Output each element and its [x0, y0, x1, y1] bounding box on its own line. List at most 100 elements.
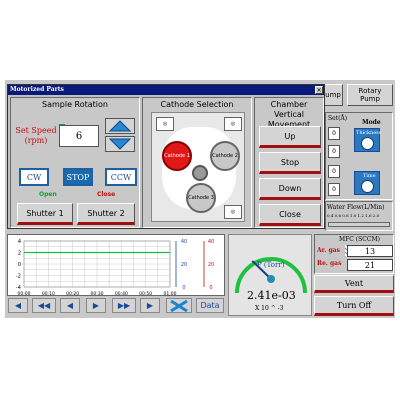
x-tick-label: 00:20 [66, 291, 79, 297]
mfc-title: MFC (SCCM) [339, 236, 380, 243]
x-tick-label: 00:30 [91, 291, 104, 297]
vent-button[interactable]: Vent [314, 275, 394, 293]
window-titlebar: Motorized Parts [8, 85, 324, 95]
cathode-3-button[interactable]: Cathode 3 [186, 183, 216, 213]
chamber-up-button[interactable]: Up [259, 126, 321, 148]
cathode-diagram: ◎ ◎ ◎ Cathode 1 Cathode 2 Cathode 3 [151, 112, 245, 222]
sample-rotation-title: Sample Rotation [42, 100, 108, 109]
gauge-value: 2.41e-03 [247, 289, 296, 302]
gauge-unit: X 10 ^ -3 [255, 305, 284, 312]
data-button[interactable]: Data [196, 298, 224, 313]
cathode-small-icon-tr: ◎ [224, 117, 242, 131]
y-left-tick-label: 0 [18, 262, 21, 268]
set-value-2[interactable]: 0 [328, 145, 340, 158]
cathode-2-button[interactable]: Cathode 2 [210, 141, 240, 171]
deposition-panel: Set(Å) Mode 0 0 0 0 Thickness Time [325, 112, 393, 200]
window-close-button[interactable]: Close [259, 204, 321, 226]
set-speed-label: Set Speed (rpm) [15, 126, 57, 145]
water-flow-bar [328, 222, 390, 227]
chamber-down-label: Down [278, 183, 302, 193]
ar-gas-value[interactable]: 13 [347, 245, 393, 257]
set-value-3[interactable]: 0 [328, 165, 340, 178]
nav-fast-forward-button[interactable]: ▶▶ [112, 298, 136, 313]
speed-down-button[interactable] [105, 136, 135, 152]
water-flow-panel: Water Flow(L/Min) 0.4 0.6 0.8 1.0 1.2 1.… [325, 201, 393, 231]
next-icon: ▶ [146, 301, 154, 310]
sample-rotation-panel: Sample Rotation Set Speed (rpm) 6 CW STO… [10, 97, 140, 228]
motorized-parts-window: Motorized Parts ✕ Sample Rotation Set Sp… [7, 84, 325, 229]
shutter-1-label: Shutter 1 [26, 208, 64, 218]
trend-chart: 4 2 0 -2 -4 40 20 0 40 20 0 00:00 00:10 00:20 00:30 00:… [7, 234, 225, 297]
time-label: Time [363, 173, 376, 179]
x-tick-label: 00:10 [42, 291, 55, 297]
y-right-tick-label: 0 [209, 285, 212, 291]
nav-back-button[interactable]: ◀ [60, 298, 80, 313]
speed-value-field[interactable]: 6 [59, 125, 99, 147]
x-tick-label: 00:00 [18, 291, 31, 297]
y-right-tick-label: 20 [208, 262, 214, 268]
data-label: Data [200, 301, 220, 310]
close-shutter-label: Close [97, 191, 116, 198]
y-left-tick-label: 2 [18, 251, 21, 257]
cw-button[interactable]: CW [19, 168, 49, 186]
y-mid-tick-label: 20 [181, 262, 187, 268]
prev-icon: ◀ [14, 301, 22, 310]
y-mid-tick-label: 40 [181, 239, 187, 245]
cw-label: CW [26, 172, 42, 182]
gauge-hub [267, 275, 275, 283]
stop-rotation-button[interactable]: STOP [63, 168, 93, 186]
window-title: Motorized Parts [10, 86, 64, 93]
clear-chart-button[interactable] [166, 298, 192, 313]
y-right-tick-label: 40 [208, 239, 214, 245]
mode-label: Mode [362, 119, 381, 126]
nav-forward-button[interactable]: ▶ [86, 298, 106, 313]
speed-up-button[interactable] [105, 118, 135, 134]
cathode-selection-title: Cathode Selection [160, 100, 234, 109]
re-gas-label: Re. gas [317, 260, 342, 267]
cathode-selection-panel: Cathode Selection ◎ ◎ ◎ Cathode 1 Cathod… [142, 97, 252, 228]
pump-label: ump [325, 91, 341, 99]
turn-off-button[interactable]: Turn Off [314, 296, 394, 316]
window-close-label: Close [279, 209, 301, 219]
shutter-1-button[interactable]: Shutter 1 [17, 203, 73, 225]
re-gas-value[interactable]: 21 [347, 259, 393, 271]
nav-prev-button[interactable]: ◀ [8, 298, 28, 313]
chamber-down-button[interactable]: Down [259, 178, 321, 200]
time-mode-button[interactable]: Time [354, 171, 380, 195]
window-close-icon[interactable]: ✕ [315, 86, 323, 94]
cathode-1-button[interactable]: Cathode 1 [162, 141, 192, 171]
thickness-dial-icon [361, 137, 374, 150]
rotary-pump-label: Rotary Pump [358, 87, 382, 103]
rotary-pump-button[interactable]: Rotary Pump [347, 84, 393, 106]
y-mid-tick-label: 0 [182, 285, 185, 291]
cathode-small-icon-tl: ◎ [156, 117, 174, 131]
water-flow-label: Water Flow(L/Min) [327, 204, 385, 211]
thickness-mode-button[interactable]: Thickness [354, 128, 382, 152]
set-value-1[interactable]: 0 [328, 127, 340, 140]
water-flow-scale: 0.4 0.6 0.8 1.0 1.2 1.6 2.0 [327, 213, 380, 218]
gauge-label: P (Torr) [257, 261, 285, 269]
mfc-panel: MFC (SCCM) Ar. gas 13 Re. gas 21 [314, 234, 394, 274]
set-value-4[interactable]: 0 [328, 183, 340, 196]
vent-label: Vent [344, 278, 364, 288]
cathode-1-label: Cathode 1 [164, 153, 190, 159]
ccw-button[interactable]: CCW [105, 168, 137, 186]
shutter-2-button[interactable]: Shutter 2 [77, 203, 135, 225]
thickness-label: Thickness [356, 130, 382, 136]
ccw-label: CCW [110, 172, 132, 182]
cathode-2-label: Cathode 2 [212, 153, 238, 159]
chamber-stop-button[interactable]: Stop [259, 152, 321, 174]
open-label: Open [39, 191, 57, 198]
trend-chart-svg: 420-2-4402004020000:00 00:10 00:20 00:30 00:… [16, 239, 214, 297]
set-label: Set(Å) [328, 115, 348, 122]
back-icon: ◀ [66, 301, 74, 310]
pump-button[interactable]: ump [323, 84, 343, 106]
nav-rewind-button[interactable]: ◀◀ [32, 298, 56, 313]
x-tick-label: 00:50 [139, 291, 152, 297]
clear-x-icon [170, 299, 188, 312]
x-tick-label: 00:40 [115, 291, 128, 297]
nav-next-button[interactable]: ▶ [140, 298, 160, 313]
arrow-up-icon [109, 120, 131, 132]
forward-icon: ▶ [92, 301, 100, 310]
cathode-small-icon-br: ◎ [224, 205, 242, 219]
